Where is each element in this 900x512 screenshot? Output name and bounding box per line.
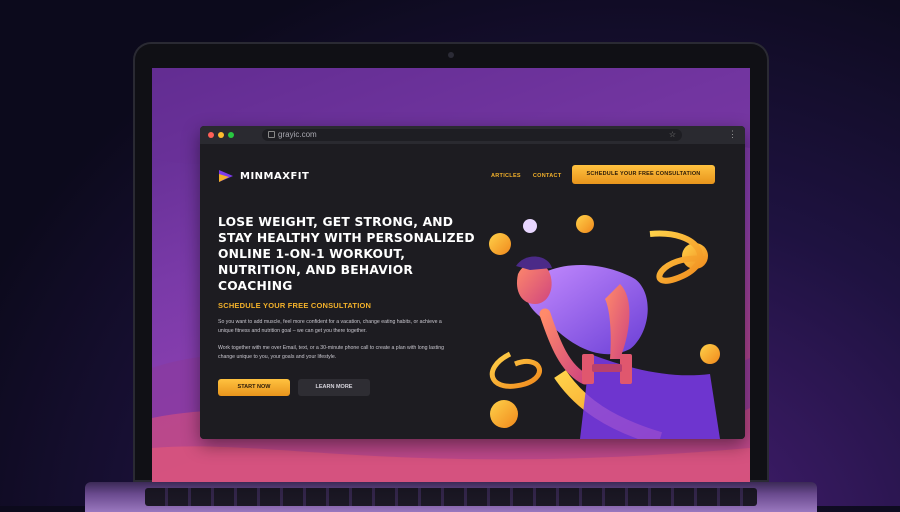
webcam [448, 52, 454, 58]
keyboard-keys [145, 488, 757, 506]
laptop: grayic.com ☆ ⋮ MINMAXFIT ARTICLES CONTAC… [133, 42, 769, 482]
hero-paragraph-2: Work together with me over Email, text, … [218, 345, 444, 360]
brand-name: MINMAXFIT [240, 170, 310, 182]
hero-headline: LOSE WEIGHT, GET STRONG, AND STAY HEALTH… [218, 215, 475, 293]
url-text: grayic.com [278, 130, 317, 139]
nav-contact[interactable]: CONTACT [533, 173, 562, 179]
main-nav: ARTICLES CONTACT [491, 173, 561, 179]
fitness-illustration [489, 215, 720, 439]
laptop-keyboard-deck [85, 482, 817, 512]
hero-paragraph-1: So you want to add muscle, feel more con… [218, 319, 442, 334]
brand-logo[interactable]: MINMAXFIT [218, 168, 309, 184]
minimize-window-button[interactable] [218, 132, 224, 138]
hero-subheading: SCHEDULE YOUR FREE CONSULTATION [218, 301, 372, 310]
learn-more-button[interactable]: LEARN MORE [298, 379, 370, 396]
logo-icon [219, 170, 233, 182]
close-window-button[interactable] [208, 132, 214, 138]
nav-articles[interactable]: ARTICLES [491, 173, 521, 179]
website: MINMAXFIT ARTICLES CONTACT SCHEDULE YOUR… [200, 144, 745, 439]
start-now-button[interactable]: START NOW [218, 379, 290, 396]
menu-icon[interactable]: ⋮ [728, 128, 737, 140]
maximize-window-button[interactable] [228, 132, 234, 138]
lock-icon [268, 131, 275, 138]
browser-toolbar: grayic.com ☆ ⋮ [200, 126, 745, 144]
address-bar[interactable]: grayic.com ☆ [262, 129, 682, 141]
browser-window: grayic.com ☆ ⋮ MINMAXFIT ARTICLES CONTAC… [200, 126, 745, 439]
star-icon[interactable]: ☆ [669, 129, 676, 141]
desktop-wallpaper: grayic.com ☆ ⋮ MINMAXFIT ARTICLES CONTAC… [152, 68, 750, 482]
schedule-consultation-button[interactable]: SCHEDULE YOUR FREE CONSULTATION [572, 165, 715, 184]
